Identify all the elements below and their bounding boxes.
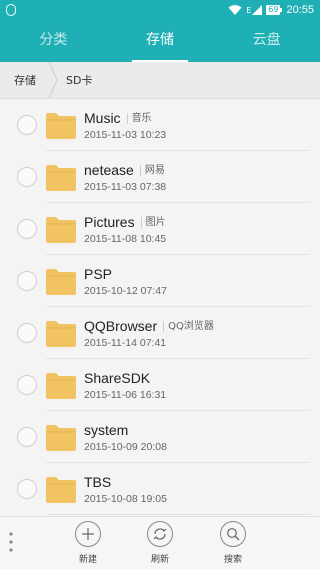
file-name-line: ShareSDK (84, 370, 150, 386)
status-indicators: E 69 20:55 (228, 2, 314, 18)
folder-icon (46, 321, 76, 347)
tab-storage[interactable]: 存储 (107, 20, 214, 62)
file-alias: QQ浏览器 (163, 320, 214, 332)
file-date: 2015-11-03 10:23 (84, 129, 167, 141)
search-button-label: 搜索 (223, 555, 242, 565)
file-row[interactable]: Music 音乐 2015-11-03 10:23 (0, 99, 320, 151)
breadcrumb-current[interactable]: SD卡 (58, 72, 92, 88)
file-name: ShareSDK (84, 370, 151, 386)
folder-icon (46, 113, 76, 139)
folder-icon (46, 165, 76, 191)
new-button-label: 新建 (78, 555, 97, 565)
file-row[interactable]: system 2015-10-09 20:08 (0, 411, 320, 463)
breadcrumb-root[interactable]: 存储 (0, 72, 48, 88)
more-icon[interactable] (9, 531, 13, 553)
tab-cloud[interactable]: 云盘 (213, 20, 320, 62)
select-checkbox[interactable] (17, 427, 37, 447)
file-name: Music (84, 110, 121, 126)
file-row[interactable]: netease 网易 2015-11-03 07:38 (0, 151, 320, 203)
folder-icon (46, 217, 76, 243)
select-checkbox[interactable] (17, 479, 37, 499)
file-name-line: PSP (84, 266, 112, 282)
file-date: 2015-11-03 07:38 (84, 181, 167, 193)
refresh-icon (153, 528, 167, 540)
breadcrumb: 存储 SD卡 (0, 62, 320, 99)
plus-icon (82, 528, 94, 540)
file-row[interactable]: TBS 2015-10-08 19:05 (0, 463, 320, 515)
new-button[interactable]: 新建 (68, 521, 108, 565)
file-name: netease (84, 162, 134, 178)
file-name: QQBrowser (84, 318, 158, 334)
file-name-line: TBS (84, 474, 111, 490)
search-icon (227, 528, 240, 541)
file-row[interactable]: ShareSDK 2015-11-06 16:31 (0, 359, 320, 411)
file-date: 2015-10-08 19:05 (84, 493, 167, 505)
file-date: 2015-10-12 07:47 (84, 285, 167, 297)
refresh-button-label: 刷新 (150, 555, 169, 565)
select-checkbox[interactable] (17, 271, 37, 291)
select-checkbox[interactable] (17, 219, 37, 239)
file-alias: 图片 (140, 216, 166, 228)
file-name-line: QQBrowser QQ浏览器 (84, 318, 214, 334)
file-row[interactable]: PSP 2015-10-12 07:47 (0, 255, 320, 307)
network-type-label: E (246, 6, 252, 15)
file-name: Pictures (84, 214, 135, 230)
file-date: 2015-11-08 10:45 (84, 233, 167, 245)
clock: 20:55 (286, 4, 314, 16)
tab-bar: 分类 存储 云盘 (0, 20, 320, 62)
signal-icon (252, 5, 263, 15)
file-row[interactable]: Pictures 图片 2015-11-08 10:45 (0, 203, 320, 255)
file-alias: 网易 (139, 164, 165, 176)
file-row[interactable]: QQBrowser QQ浏览器 2015-11-14 07:41 (0, 307, 320, 359)
file-name: TBS (84, 474, 112, 490)
file-date: 2015-10-09 20:08 (84, 441, 167, 453)
file-name: PSP (84, 266, 113, 282)
file-name-line: Pictures 图片 (84, 214, 166, 230)
folder-icon (46, 373, 76, 399)
bottom-toolbar: 新建 刷新 搜索 (0, 516, 320, 569)
status-bar: E 69 20:55 (0, 0, 320, 20)
folder-icon (46, 425, 76, 451)
select-checkbox[interactable] (17, 375, 37, 395)
file-name: system (84, 422, 129, 438)
breadcrumb-chevron-icon (48, 62, 58, 98)
folder-icon (46, 477, 76, 503)
file-name-line: netease 网易 (84, 162, 165, 178)
notification-icon (6, 4, 16, 16)
file-date: 2015-11-06 16:31 (84, 389, 167, 401)
tab-category[interactable]: 分类 (0, 20, 107, 62)
network-type: E (246, 5, 263, 15)
file-list: Music 音乐 2015-11-03 10:23 netease 网易 2015-11-… (0, 99, 320, 515)
refresh-button[interactable]: 刷新 (140, 521, 180, 565)
select-checkbox[interactable] (17, 167, 37, 187)
file-name-line: system (84, 422, 128, 438)
search-button[interactable]: 搜索 (213, 521, 253, 565)
file-name-line: Music 音乐 (84, 110, 152, 126)
battery-indicator: 69 (266, 5, 283, 15)
file-date: 2015-11-14 07:41 (84, 337, 167, 349)
wifi-icon (228, 5, 242, 15)
folder-icon (46, 269, 76, 295)
file-alias: 音乐 (126, 112, 152, 124)
select-checkbox[interactable] (17, 323, 37, 343)
select-checkbox[interactable] (17, 115, 37, 135)
